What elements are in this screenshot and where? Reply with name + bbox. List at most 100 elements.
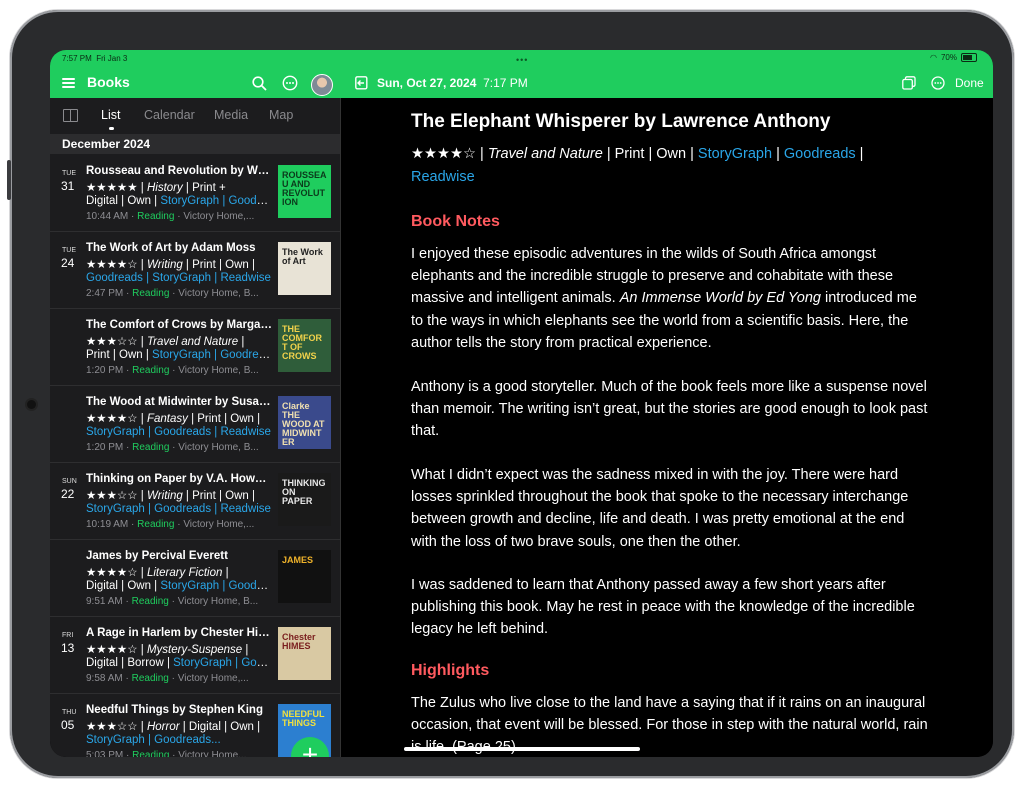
book-cover: THE COMFORT OF CROWS [278, 319, 331, 372]
screen: 7:57 PM Fri Jan 3 ••• ◠ 70% Books Sun, O… [50, 50, 993, 757]
list-item[interactable]: TUE 24 The Work of Art by Adam Moss ★★★★☆ |… [50, 231, 340, 309]
book-cover: Clarke THE WOOD AT MIDWINTER [278, 396, 331, 449]
day-of-week: FRI [62, 632, 74, 639]
item-title: James by Percival Everett [86, 550, 228, 562]
options-icon[interactable] [931, 76, 945, 90]
list-item[interactable]: TUE 31 Rousseau and Revolution by Will Dur… [50, 154, 340, 232]
multitask-dots[interactable]: ••• [516, 55, 528, 65]
item-title: Rousseau and Revolution by Will Durant [86, 165, 272, 177]
entry-subtitle: ★★★★☆ | Travel and Nature | Print | Own … [411, 146, 864, 185]
more-icon[interactable] [282, 75, 298, 91]
item-links[interactable]: StoryGraph | Goodreads | Readwise [86, 426, 271, 438]
list-item[interactable]: The Comfort of Crows by Margaret Renkl ★★… [50, 308, 340, 386]
tab-map[interactable]: Map [269, 108, 293, 122]
item-meta: 9:51 AM · Reading · Victory Home, B... [86, 596, 259, 607]
item-line-2: ★★★★☆ | Writing | Print | Own | [86, 259, 255, 271]
section-header: December 2024 [50, 134, 340, 154]
item-title: Thinking on Paper by V.A. Howard [86, 473, 272, 485]
header-bar: 7:57 PM Fri Jan 3 ••• ◠ 70% Books Sun, O… [50, 50, 993, 98]
list-item[interactable]: James by Percival Everett ★★★★☆ | Literar… [50, 539, 340, 617]
item-line-3: Digital | Own | StoryGraph | Goodreads [86, 580, 272, 592]
list-item[interactable]: SUN 22 Thinking on Paper by V.A. Howard ★★★… [50, 462, 340, 540]
item-line-2: ★★★★☆ | Fantasy | Print | Own | [86, 413, 261, 425]
genre: Travel and Nature [487, 146, 603, 162]
item-meta: 1:20 PM · Reading · Victory Home, B... [86, 442, 259, 453]
battery-percent: 70% [940, 53, 957, 62]
status-right: ◠ 70% [930, 53, 977, 62]
home-indicator[interactable] [404, 747, 640, 751]
day-number: 05 [61, 718, 75, 732]
item-meta: 5:03 PM · Reading · Victory Home... [86, 750, 247, 757]
ipad-frame: 7:57 PM Fri Jan 3 ••• ◠ 70% Books Sun, O… [7, 10, 1014, 778]
item-meta: 10:19 AM · Reading · Victory Home,... [86, 519, 255, 530]
day-of-week: TUE [62, 247, 76, 254]
paragraph-1: I enjoyed these episodic adventures in t… [411, 246, 917, 351]
item-line-3: Digital | Own | StoryGraph | Goodreads [86, 195, 272, 207]
item-line-2: ★★★☆☆ | Writing | Print | Own | [86, 490, 255, 502]
item-links[interactable]: StoryGraph | Goodreads [160, 195, 272, 207]
book-cover: JAMES [278, 550, 331, 603]
day-of-week: THU [62, 709, 77, 716]
item-links[interactable]: Goodreads | StoryGraph | Readwise [86, 272, 271, 284]
item-line-2: ★★★☆☆ | Travel and Nature | [86, 336, 245, 348]
book-icon[interactable] [63, 109, 78, 122]
paragraph-3: What I didn’t expect was the sadness mix… [411, 467, 909, 550]
book-cover: The Work of Art [278, 242, 331, 295]
avatar[interactable] [311, 74, 333, 96]
book-cover: Chester HIMES [278, 627, 331, 680]
item-meta: 9:58 AM · Reading · Victory Home,... [86, 673, 249, 684]
storygraph-link[interactable]: StoryGraph [698, 146, 772, 162]
camera [27, 400, 36, 409]
item-links[interactable]: StoryGraph | Goodreads | Readwise [86, 503, 271, 515]
goodreads-link[interactable]: Goodreads [784, 146, 856, 162]
tab-calendar[interactable]: Calendar [144, 108, 195, 122]
item-line-2: ★★★★☆ | Mystery-Suspense | [86, 644, 249, 656]
item-links[interactable]: StoryGraph | Goodreads [160, 580, 272, 592]
paragraph-4: I was saddened to learn that Anthony pas… [411, 577, 915, 638]
search-icon[interactable] [252, 76, 267, 91]
item-line-3: StoryGraph | Goodreads... [86, 734, 272, 746]
item-meta: 2:47 PM · Reading · Victory Home, B... [86, 288, 259, 299]
copy-icon[interactable] [902, 76, 916, 90]
item-meta: 10:44 AM · Reading · Victory Home,... [86, 211, 255, 222]
tab-list[interactable]: List [101, 108, 120, 122]
list-item[interactable]: FRI 13 A Rage in Harlem by Chester Himes ★★… [50, 616, 340, 694]
menu-icon[interactable] [62, 78, 75, 88]
day-of-week: SUN [62, 478, 77, 485]
tab-media[interactable]: Media [214, 108, 248, 122]
rating-stars: ★★★★☆ [411, 146, 476, 162]
day-number: 24 [61, 256, 75, 270]
item-line-2: ★★★★☆ | Literary Fiction | [86, 567, 229, 579]
exit-sidebar-icon[interactable] [355, 76, 368, 90]
battery-icon [961, 53, 977, 62]
item-title: The Wood at Midwinter by Susanna Clarke [86, 396, 272, 408]
item-links[interactable]: StoryGraph | Goodreads [173, 657, 272, 669]
detail-pane: The Elephant Whisperer by Lawrence Antho… [341, 98, 993, 757]
wifi-icon: ◠ [930, 53, 937, 62]
item-links[interactable]: StoryGraph | Goodreads... [86, 734, 221, 746]
item-line-3: Print | Own | StoryGraph | Goodreads [86, 349, 272, 361]
readwise-link[interactable]: Readwise [411, 169, 475, 185]
entry-title: The Elephant Whisperer by Lawrence Antho… [411, 111, 831, 132]
item-title: A Rage in Harlem by Chester Himes [86, 627, 272, 639]
item-title: The Work of Art by Adam Moss [86, 242, 256, 254]
book-cover: ROUSSEAU AND REVOLUTION [278, 165, 331, 218]
item-line-3: Goodreads | StoryGraph | Readwise [86, 272, 272, 284]
done-button[interactable]: Done [955, 76, 984, 90]
heading-highlights: Highlights [411, 662, 490, 679]
view-tabs: List Calendar Media Map [50, 98, 340, 134]
item-links[interactable]: StoryGraph | Goodreads [152, 349, 272, 361]
list-item[interactable]: The Wood at Midwinter by Susanna Clarke ★… [50, 385, 340, 463]
item-line-3: StoryGraph | Goodreads | Readwise [86, 503, 272, 515]
item-line-2: ★★★☆☆ | Horror | Digital | Own | [86, 721, 261, 733]
heading-book-notes: Book Notes [411, 213, 500, 230]
day-number: 22 [61, 487, 75, 501]
sidebar: List Calendar Media Map December 2024 TU… [50, 98, 341, 757]
item-title: Needful Things by Stephen King [86, 704, 263, 716]
volume-button [7, 160, 11, 200]
item-title: The Comfort of Crows by Margaret Renkl [86, 319, 272, 331]
day-of-week: TUE [62, 170, 76, 177]
status-time: 7:57 PM Fri Jan 3 [62, 54, 128, 63]
entry-datetime[interactable]: Sun, Oct 27, 2024 7:17 PM [377, 76, 528, 90]
item-line-3: StoryGraph | Goodreads | Readwise [86, 426, 272, 438]
